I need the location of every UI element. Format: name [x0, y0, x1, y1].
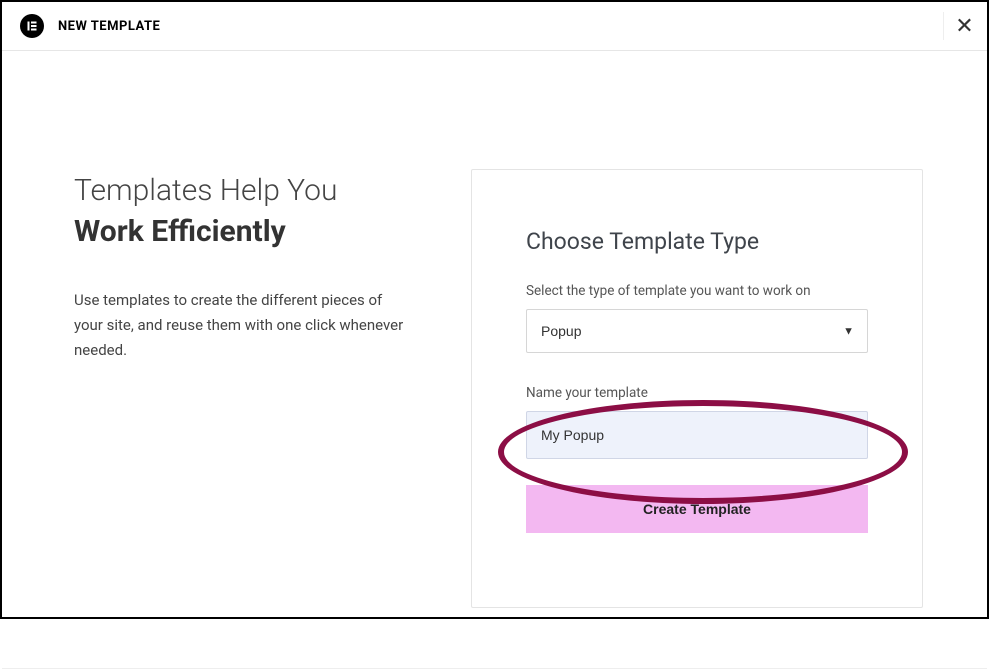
form-column: Choose Template Type Select the type of …: [471, 51, 987, 668]
modal-title: NEW TEMPLATE: [58, 19, 160, 34]
template-type-select-wrapper: Popup ▼: [526, 309, 868, 353]
template-form-panel: Choose Template Type Select the type of …: [471, 169, 923, 608]
panel-title: Choose Template Type: [526, 228, 868, 255]
template-type-select[interactable]: Popup: [526, 309, 868, 353]
elementor-logo: [20, 14, 44, 38]
close-icon: ✕: [955, 13, 973, 39]
template-type-label: Select the type of template you want to …: [526, 283, 868, 299]
create-template-button[interactable]: Create Template: [526, 485, 868, 533]
intro-heading: Templates Help You Work Efficiently: [74, 171, 431, 252]
modal-header: NEW TEMPLATE ✕: [2, 2, 987, 51]
intro-paragraph: Use templates to create the different pi…: [74, 288, 414, 362]
template-name-label: Name your template: [526, 385, 868, 401]
intro-column: Templates Help You Work Efficiently Use …: [2, 51, 471, 668]
template-name-input[interactable]: [526, 411, 868, 459]
intro-heading-line2: Work Efficiently: [74, 214, 286, 249]
modal-body: Templates Help You Work Efficiently Use …: [2, 51, 987, 668]
close-button[interactable]: ✕: [943, 12, 971, 40]
intro-heading-line1: Templates Help You: [74, 173, 337, 208]
